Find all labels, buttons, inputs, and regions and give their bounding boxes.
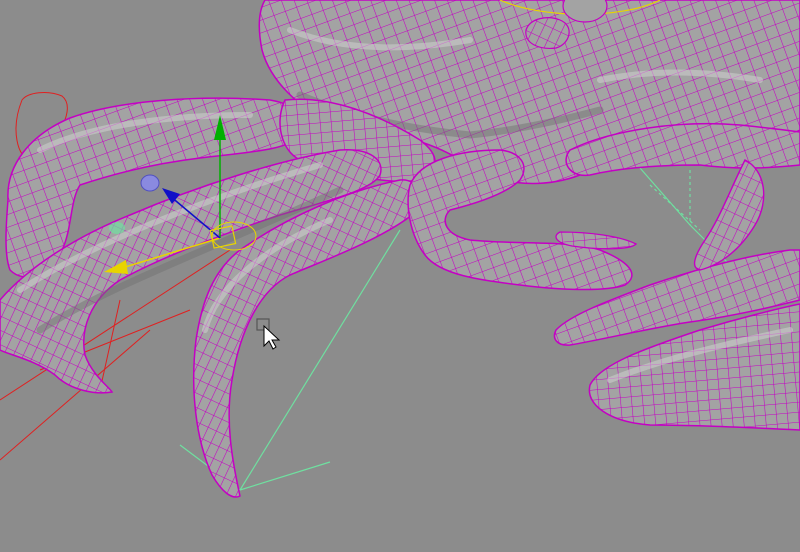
pivot-marker xyxy=(140,174,160,192)
eye-stalk xyxy=(525,17,570,49)
3d-viewport[interactable] xyxy=(0,0,800,552)
joint-marker xyxy=(109,222,125,234)
viewport-canvas[interactable] xyxy=(0,0,800,552)
